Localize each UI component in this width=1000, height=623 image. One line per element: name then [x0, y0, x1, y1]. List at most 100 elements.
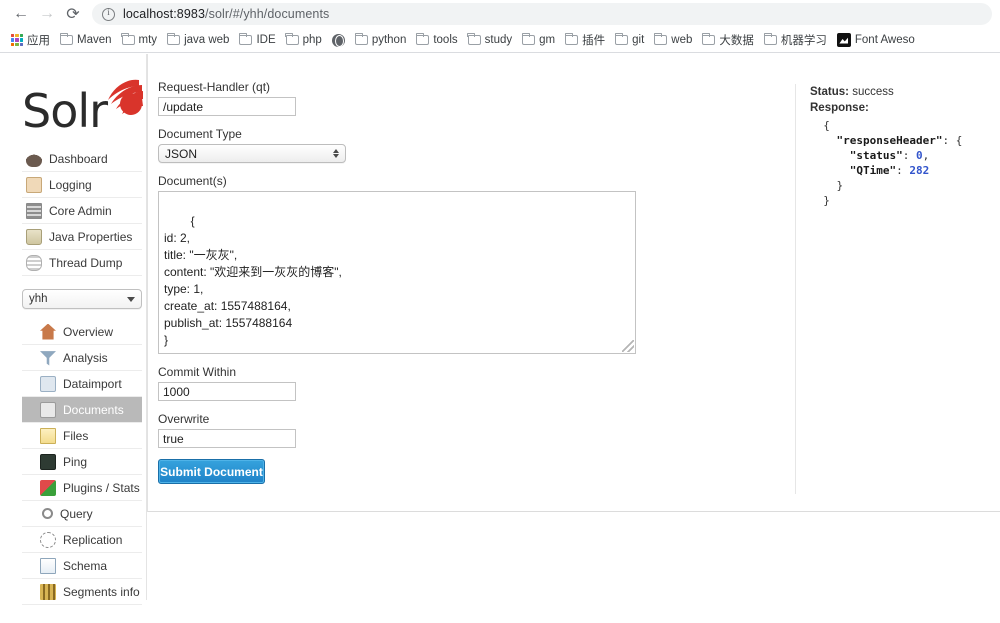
bookmark-item[interactable]: 应用 — [6, 30, 55, 50]
bookmark-item[interactable]: 机器学习 — [759, 30, 832, 50]
bookmark-item[interactable]: IDE — [234, 30, 280, 50]
overwrite-input[interactable]: true — [158, 429, 296, 448]
bookmark-item[interactable]: php — [281, 30, 327, 50]
sidebar-item-ping[interactable]: Ping — [22, 449, 142, 475]
solr-logo[interactable]: Solr — [22, 76, 142, 146]
bookmark-label: php — [303, 34, 322, 46]
bookmark-item[interactable]: mty — [117, 30, 163, 50]
sidebar-item-dashboard[interactable]: Dashboard — [22, 146, 142, 172]
site-info-icon[interactable] — [102, 8, 115, 21]
sidebar-item-label: Core Admin — [49, 204, 112, 218]
dashboard-icon — [26, 151, 42, 167]
submit-document-button[interactable]: Submit Document — [158, 459, 265, 484]
folder-icon — [702, 35, 715, 45]
sidebar-item-documents[interactable]: Documents — [22, 397, 142, 423]
sidebar-item-label: Analysis — [63, 351, 108, 365]
sidebar-item-java-properties[interactable]: Java Properties — [22, 224, 142, 250]
forward-arrow-icon[interactable]: → — [34, 1, 60, 27]
sidebar-item-label: Documents — [63, 403, 124, 417]
bookmark-item[interactable]: git — [610, 30, 649, 50]
sidebar-item-files[interactable]: Files — [22, 423, 142, 449]
documents-label: Document(s) — [158, 174, 648, 188]
bookmark-item[interactable]: Maven — [55, 30, 117, 50]
folder-icon — [239, 35, 252, 45]
sidebar-item-thread-dump[interactable]: Thread Dump — [22, 250, 142, 276]
reload-icon[interactable]: ⟳ — [60, 1, 86, 27]
bookmark-item[interactable]: 插件 — [560, 30, 610, 50]
font-awesome-icon — [837, 33, 851, 47]
back-arrow-icon[interactable]: ← — [8, 1, 34, 27]
sidebar-item-logging[interactable]: Logging — [22, 172, 142, 198]
bookmark-label: 机器学习 — [781, 32, 827, 48]
documents-textarea-value: { id: 2, title: "一灰灰", content: "欢迎来到一灰灰… — [164, 214, 342, 347]
bookmark-label: Maven — [77, 34, 112, 46]
bookmark-label: 应用 — [27, 32, 50, 48]
folder-icon — [615, 35, 628, 45]
bookmark-item[interactable]: Font Aweso — [832, 30, 920, 50]
sidebar-item-label: Query — [60, 507, 93, 521]
documents-icon — [40, 402, 56, 418]
sidebar-item-label: Dataimport — [63, 377, 122, 391]
folder-icon — [122, 35, 135, 45]
bookmark-item[interactable]: 大数据 — [697, 30, 759, 50]
solr-swoosh-icon — [98, 76, 144, 118]
bookmark-label: python — [372, 34, 407, 46]
ping-icon — [40, 454, 56, 470]
sidebar-item-label: Dashboard — [49, 152, 108, 166]
overview-icon — [40, 324, 56, 340]
bookmarks-bar: 应用 Maven mty java web IDE php python tools study… — [0, 28, 1000, 53]
bookmark-item[interactable]: study — [463, 30, 518, 50]
bookmark-item[interactable]: python — [350, 30, 412, 50]
request-handler-label: Request-Handler (qt) — [158, 80, 648, 94]
globe-icon — [332, 34, 345, 47]
request-handler-input[interactable]: /update — [158, 97, 296, 116]
select-arrows-icon — [333, 149, 339, 158]
sidebar-item-label: Overview — [63, 325, 113, 339]
bookmark-label: web — [671, 34, 692, 46]
bookmark-label: IDE — [256, 34, 275, 46]
segments-info-icon — [40, 584, 56, 600]
status-label: Status: — [810, 86, 849, 98]
sidebar-item-segments-info[interactable]: Segments info — [22, 579, 142, 605]
url-path: /solr/#/yhh/documents — [205, 7, 329, 21]
bookmark-item[interactable] — [327, 30, 350, 50]
sidebar-item-schema[interactable]: Schema — [22, 553, 142, 579]
sidebar-item-label: Replication — [63, 533, 122, 547]
core-admin-icon — [26, 203, 42, 219]
sidebar-item-analysis[interactable]: Analysis — [22, 345, 142, 371]
sidebar-item-query[interactable]: Query — [22, 501, 142, 527]
sidebar-item-replication[interactable]: Replication — [22, 527, 142, 553]
bookmark-item[interactable]: web — [649, 30, 697, 50]
content-panel: Request-Handler (qt) /update Document Ty… — [147, 54, 1000, 512]
schema-icon — [40, 558, 56, 574]
sidebar-item-label: Ping — [63, 455, 87, 469]
sidebar: Solr Dashboard Logging Core Admin Java Prop… — [14, 54, 147, 600]
thread-dump-icon — [26, 255, 42, 271]
core-selector-dropdown[interactable]: yhh — [22, 289, 142, 309]
sidebar-item-overview[interactable]: Overview — [22, 319, 142, 345]
bookmark-label: java web — [184, 34, 229, 46]
sidebar-item-dataimport[interactable]: Dataimport — [22, 371, 142, 397]
sidebar-item-plugins-stats[interactable]: Plugins / Stats — [22, 475, 142, 501]
bookmark-label: tools — [433, 34, 457, 46]
browser-chrome: ← → ⟳ localhost:8983/solr/#/yhh/document… — [0, 0, 1000, 54]
address-bar[interactable]: localhost:8983/solr/#/yhh/documents — [92, 3, 992, 25]
folder-icon — [355, 35, 368, 45]
apps-grid-icon — [11, 34, 23, 46]
folder-icon — [468, 35, 481, 45]
sidebar-item-label: Files — [63, 429, 88, 443]
commit-within-input[interactable]: 1000 — [158, 382, 296, 401]
bookmark-item[interactable]: tools — [411, 30, 462, 50]
bookmark-label: git — [632, 34, 644, 46]
response-label: Response: — [810, 100, 995, 116]
folder-icon — [167, 35, 180, 45]
document-type-select[interactable]: JSON — [158, 144, 346, 163]
bookmark-item[interactable]: gm — [517, 30, 560, 50]
bookmark-item[interactable]: java web — [162, 30, 234, 50]
textarea-resize-handle[interactable] — [622, 340, 634, 352]
folder-icon — [522, 35, 535, 45]
url-host: localhost:8983 — [123, 7, 205, 21]
documents-textarea[interactable]: { id: 2, title: "一灰灰", content: "欢迎来到一灰灰… — [158, 191, 636, 354]
bookmark-label: Font Aweso — [855, 34, 915, 46]
sidebar-item-core-admin[interactable]: Core Admin — [22, 198, 142, 224]
